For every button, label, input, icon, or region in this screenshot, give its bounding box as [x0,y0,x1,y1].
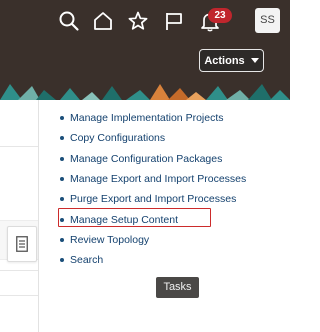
menu-item-search[interactable]: Search [60,250,246,270]
actions-menu-button[interactable]: Actions [199,49,264,72]
tasks-tooltip: Tasks [156,277,199,298]
menu-item-copy-configurations[interactable]: Copy Configurations [60,128,246,148]
caret-down-icon [250,58,259,63]
home-icon[interactable] [92,10,114,32]
menu-item-manage-implementation-projects[interactable]: Manage Implementation Projects [60,108,246,128]
menu-item-label: Manage Configuration Packages [70,152,223,165]
divider [0,146,38,147]
tasks-panel-tab[interactable] [7,226,37,262]
notification-count-badge: 23 [208,8,232,23]
bullet [60,258,64,263]
bullet [60,237,64,242]
menu-item-label: Search [70,254,104,267]
bullet [60,116,64,121]
menu-item-label: Manage Export and Import Processes [70,173,247,186]
left-content-panel [0,100,39,332]
menu-item-label: Review Topology [70,233,150,246]
bullet [60,136,64,141]
global-header: 23 SS Actions [0,0,290,84]
decorative-banner [0,84,290,100]
document-icon [16,236,28,252]
search-icon[interactable] [58,10,80,32]
menu-item-label: Manage Implementation Projects [70,112,224,125]
divider [0,270,38,271]
user-avatar[interactable]: SS [255,8,280,33]
menu-item-manage-configuration-packages[interactable]: Manage Configuration Packages [60,149,246,169]
menu-item-manage-export-import-processes[interactable]: Manage Export and Import Processes [60,169,246,189]
menu-item-label: Purge Export and Import Processes [70,193,237,206]
menu-item-review-topology[interactable]: Review Topology [60,230,246,250]
bullet [60,197,64,202]
actions-button-label: Actions [204,54,245,67]
divider [0,295,38,296]
menu-item-label: Copy Configurations [70,132,166,145]
flag-icon[interactable] [163,10,185,32]
highlight-annotation-box [58,208,211,227]
bullet [60,156,64,161]
tasks-menu: Manage Implementation Projects Copy Conf… [60,108,246,270]
bullet [60,177,64,182]
menu-item-purge-export-import-processes[interactable]: Purge Export and Import Processes [60,189,246,209]
star-icon[interactable] [127,10,149,32]
